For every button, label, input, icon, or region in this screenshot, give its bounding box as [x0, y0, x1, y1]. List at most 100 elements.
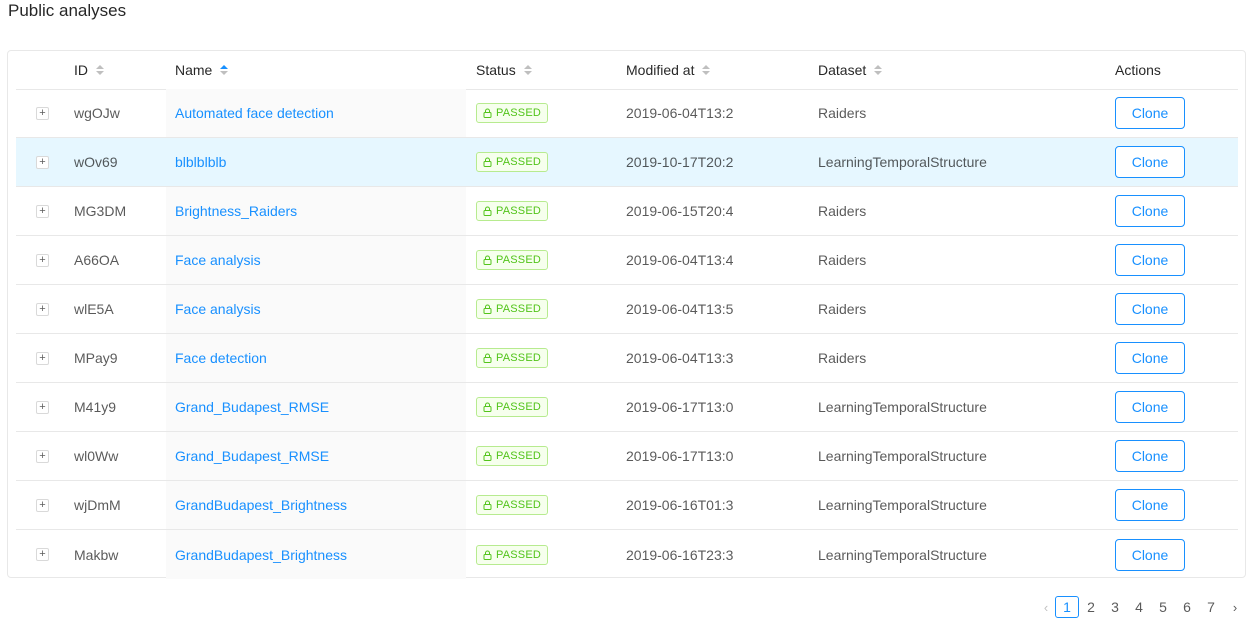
dataset-name: Raiders — [818, 301, 867, 317]
page-5-button[interactable]: 5 — [1151, 596, 1175, 618]
lock-icon — [483, 304, 492, 314]
status-text: PASSED — [496, 401, 542, 413]
table-row[interactable]: + MPay9 Face detection PASSED 2019-06-04T13:… — [16, 334, 1238, 383]
clone-button[interactable]: Clone — [1115, 391, 1185, 423]
column-header-dataset[interactable]: Dataset — [818, 51, 883, 89]
sort-caret-icon[interactable] — [220, 65, 229, 75]
sort-caret-icon[interactable] — [96, 65, 104, 75]
status-badge: PASSED — [476, 495, 549, 515]
analysis-name-link[interactable]: Face detection — [175, 350, 267, 366]
table-row[interactable]: + wOv69 blblblblb PASSED 2019-10-17T20:2 Lear… — [16, 138, 1238, 187]
table-row[interactable]: + M41y9 Grand_Budapest_RMSE PASSED 2019-06-1… — [16, 383, 1238, 432]
row-id: A66OA — [74, 252, 120, 268]
column-header-actions: Actions — [1115, 51, 1161, 89]
row-id: MPay9 — [74, 350, 118, 366]
modified-at: 2019-06-04T13:5 — [626, 301, 734, 317]
table-header: ID Name Status Modified at Dataset Actio… — [16, 51, 1238, 90]
analysis-name-link[interactable]: GrandBudapest_Brightness — [175, 497, 347, 513]
lock-icon — [483, 402, 492, 412]
status-badge: PASSED — [476, 544, 549, 565]
analysis-name-link[interactable]: GrandBudapest_Brightness — [175, 547, 347, 563]
row-id: wgOJw — [74, 105, 120, 121]
clone-button[interactable]: Clone — [1115, 293, 1185, 325]
status-text: PASSED — [496, 499, 542, 511]
status-text: PASSED — [496, 548, 542, 561]
clone-button[interactable]: Clone — [1115, 97, 1185, 129]
row-id: wlE5A — [74, 301, 114, 317]
sort-caret-icon[interactable] — [874, 65, 883, 75]
row-id: wjDmM — [74, 497, 121, 513]
analysis-name-link[interactable]: Face analysis — [175, 301, 261, 317]
column-header-name[interactable]: Name — [175, 51, 229, 89]
page-3-button[interactable]: 3 — [1103, 596, 1127, 618]
clone-button[interactable]: Clone — [1115, 440, 1185, 472]
page-7-button[interactable]: 7 — [1199, 596, 1223, 618]
analysis-name-link[interactable]: Grand_Budapest_RMSE — [175, 399, 329, 415]
status-badge: PASSED — [476, 250, 549, 270]
column-header-modified-label: Modified at — [626, 62, 695, 78]
expand-row-icon[interactable]: + — [36, 498, 49, 512]
page-1-button[interactable]: 1 — [1055, 596, 1079, 618]
lock-icon — [483, 353, 492, 363]
next-page-button[interactable]: › — [1223, 596, 1247, 618]
status-badge: PASSED — [476, 299, 549, 319]
lock-icon — [483, 255, 492, 265]
page-4-button[interactable]: 4 — [1127, 596, 1151, 618]
expand-row-icon[interactable]: + — [36, 155, 49, 169]
lock-icon — [483, 108, 492, 118]
table-row[interactable]: + wgOJw Automated face detection PASSED 2019… — [16, 89, 1238, 138]
expand-row-icon[interactable]: + — [36, 204, 49, 218]
dataset-name: LearningTemporalStructure — [818, 546, 987, 563]
expand-row-icon[interactable]: + — [36, 400, 49, 414]
row-id: wOv69 — [74, 154, 118, 170]
modified-at: 2019-10-17T20:2 — [626, 154, 734, 170]
column-header-status-label: Status — [476, 62, 516, 78]
analysis-name-link[interactable]: Face analysis — [175, 252, 261, 268]
clone-button[interactable]: Clone — [1115, 489, 1185, 521]
table-row[interactable]: + wl0Ww Grand_Budapest_RMSE PASSED 2019-06-1… — [16, 432, 1238, 481]
analysis-name-link[interactable]: Brightness_Raiders — [175, 203, 297, 219]
page-2-button[interactable]: 2 — [1079, 596, 1103, 618]
expand-row-icon[interactable]: + — [36, 449, 49, 463]
sort-caret-icon[interactable] — [702, 65, 711, 75]
expand-row-icon[interactable]: + — [36, 302, 49, 316]
analysis-name-link[interactable]: blblblblb — [175, 154, 226, 170]
table-row[interactable]: + Makbw GrandBudapest_Brightness PASSED 2019… — [16, 530, 1238, 579]
expand-row-icon[interactable]: + — [36, 351, 49, 365]
lock-icon — [483, 550, 492, 560]
column-header-status[interactable]: Status — [476, 51, 532, 89]
clone-button[interactable]: Clone — [1115, 146, 1185, 178]
table-row[interactable]: + MG3DM Brightness_Raiders PASSED 2019-06-15… — [16, 187, 1238, 236]
status-badge: PASSED — [476, 446, 549, 466]
expand-row-icon[interactable]: + — [36, 253, 49, 267]
row-id: wl0Ww — [74, 448, 119, 464]
status-text: PASSED — [496, 450, 542, 462]
expand-row-icon[interactable]: + — [36, 106, 49, 120]
status-badge: PASSED — [476, 103, 549, 123]
status-badge: PASSED — [476, 397, 549, 417]
status-text: PASSED — [496, 107, 542, 119]
table-row[interactable]: + wjDmM GrandBudapest_Brightness PASSED 2019… — [16, 481, 1238, 530]
modified-at: 2019-06-04T13:2 — [626, 105, 734, 121]
column-header-id[interactable]: ID — [74, 51, 104, 89]
column-header-name-label: Name — [175, 62, 213, 78]
sort-caret-icon[interactable] — [523, 65, 532, 75]
dataset-name: Raiders — [818, 350, 867, 366]
analysis-name-link[interactable]: Automated face detection — [175, 105, 334, 121]
clone-button[interactable]: Clone — [1115, 244, 1185, 276]
column-header-dataset-label: Dataset — [818, 62, 867, 78]
analysis-name-link[interactable]: Grand_Budapest_RMSE — [175, 448, 329, 464]
table-row[interactable]: + A66OA Face analysis PASSED 2019-06-04T13:4… — [16, 236, 1238, 285]
column-header-modified[interactable]: Modified at — [626, 51, 711, 89]
clone-button[interactable]: Clone — [1115, 538, 1185, 571]
table-row[interactable]: + wlE5A Face analysis PASSED 2019-06-04T13:5… — [16, 285, 1238, 334]
clone-button[interactable]: Clone — [1115, 342, 1185, 374]
page-6-button[interactable]: 6 — [1175, 596, 1199, 618]
clone-button[interactable]: Clone — [1115, 195, 1185, 227]
row-id: MG3DM — [74, 203, 127, 219]
dataset-name: Raiders — [818, 105, 867, 121]
modified-at: 2019-06-17T13:0 — [626, 399, 734, 415]
lock-icon — [483, 157, 492, 167]
modified-at: 2019-06-15T20:4 — [626, 203, 734, 219]
expand-row-icon[interactable]: + — [36, 548, 49, 561]
